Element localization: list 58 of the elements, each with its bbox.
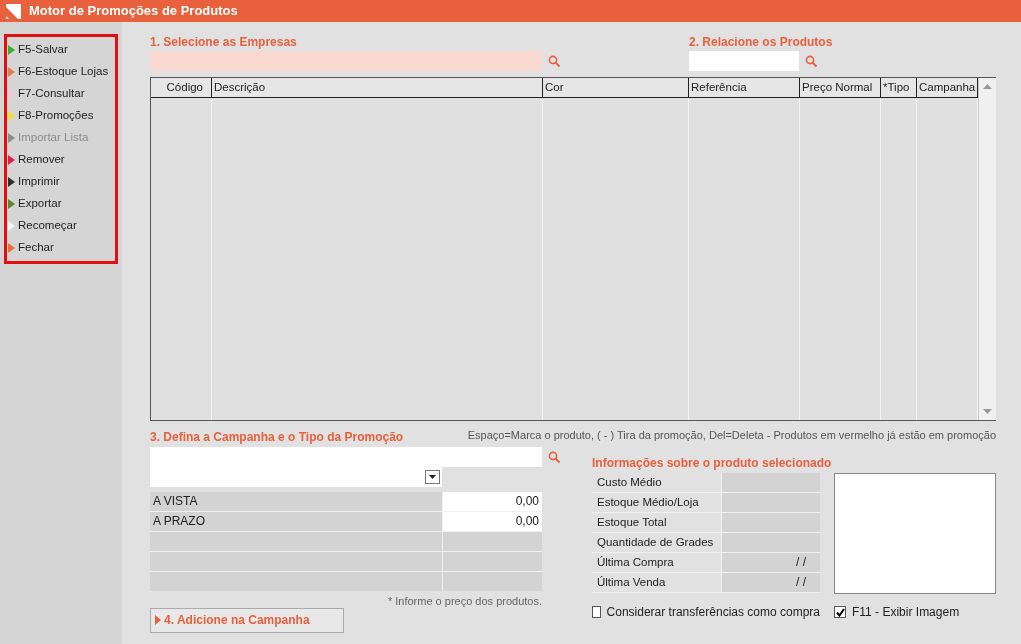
price-note: * Informe o preço dos produtos. xyxy=(387,594,542,609)
menu-item[interactable]: F7-Consultar xyxy=(7,83,115,105)
window-title: Motor de Promoções de Produtos xyxy=(29,2,238,21)
price-value[interactable]: 0,00 xyxy=(443,512,542,531)
column-header[interactable]: Preço Normal xyxy=(800,78,881,97)
triangle-icon xyxy=(8,67,15,77)
column-header[interactable]: Cor xyxy=(543,78,689,97)
companies-field[interactable] xyxy=(150,51,542,71)
info-label: Última Compra xyxy=(592,553,721,572)
column-header[interactable]: Código xyxy=(151,78,212,97)
hint-text: Espaço=Marca o produto, ( - ) Tira da promoção, Del=Deleta - Produtos em vermelho já estão em promoção xyxy=(467,427,996,443)
info-label: Custo Médio xyxy=(592,473,721,492)
checkmark-icon xyxy=(835,607,845,617)
column-header[interactable]: Referência xyxy=(689,78,800,97)
section-label: 1. Selecione as Empresas xyxy=(150,36,298,48)
info-label: Estoque Total xyxy=(592,513,721,532)
menu-item[interactable]: F6-Estoque Lojas xyxy=(7,61,115,83)
menu-item[interactable]: F5-Salvar xyxy=(7,39,115,61)
triangle-icon xyxy=(8,177,15,187)
info-value: / / xyxy=(722,573,820,592)
column-header[interactable]: *Tipo xyxy=(881,78,917,97)
search-icon[interactable] xyxy=(548,450,561,464)
products-field[interactable] xyxy=(689,51,799,71)
triangle-icon xyxy=(8,243,15,253)
search-icon[interactable] xyxy=(805,54,818,68)
checkbox[interactable] xyxy=(834,606,846,618)
column-header[interactable]: Descrição xyxy=(212,78,543,97)
price-label: A VISTA xyxy=(150,492,442,511)
triangle-icon xyxy=(8,89,15,99)
triangle-icon xyxy=(8,221,15,231)
menu-item[interactable]: F8-Promoções xyxy=(7,105,115,127)
triangle-icon xyxy=(8,111,15,121)
info-label: Quantidade de Grades xyxy=(592,533,721,552)
info-value: / / xyxy=(722,553,820,572)
search-icon[interactable] xyxy=(548,54,561,68)
menu-item[interactable]: Recomeçar xyxy=(7,215,115,237)
menu-item[interactable]: Fechar xyxy=(7,237,115,259)
scrollbar[interactable] xyxy=(978,78,996,420)
checkbox-label[interactable]: Considerar transferências como compra xyxy=(606,603,820,621)
menu-item[interactable]: Remover xyxy=(7,149,115,171)
section-label: 2. Relacione os Produtos xyxy=(689,36,833,48)
menu-item[interactable]: Exportar xyxy=(7,193,115,215)
checkbox-label[interactable]: F11 - Exibir Imagem xyxy=(852,603,960,621)
price-label: A PRAZO xyxy=(150,512,442,531)
section-label: 3. Defina a Campanha e o Tipo da Promoção xyxy=(150,431,404,443)
triangle-icon xyxy=(8,199,15,209)
triangle-icon xyxy=(8,155,15,165)
menu-item[interactable]: Imprimir xyxy=(7,171,115,193)
triangle-icon xyxy=(8,133,15,143)
info-label: Última Venda xyxy=(592,573,721,592)
campaign-field[interactable] xyxy=(150,447,542,467)
triangle-icon xyxy=(155,615,161,625)
info-label: Estoque Médio/Loja xyxy=(592,493,721,512)
checkbox[interactable] xyxy=(592,606,601,618)
triangle-icon xyxy=(8,45,15,55)
price-value[interactable]: 0,00 xyxy=(443,492,542,511)
app-logo-icon xyxy=(6,3,21,19)
info-title: Informações sobre o produto selecionado xyxy=(592,457,833,469)
